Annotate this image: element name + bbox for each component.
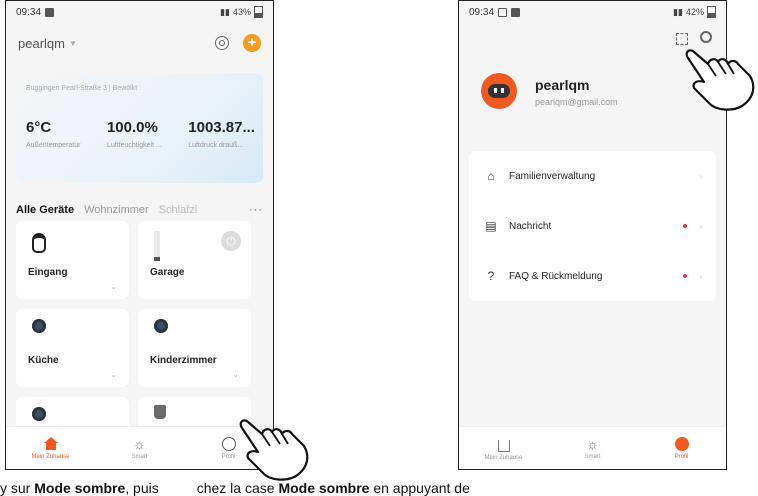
notification-icon [511,7,521,17]
signal-icon: ▮▮ [220,6,230,17]
house-icon: ⌂ [487,169,495,183]
profile-email: pearlqm@gmail.com [535,97,618,107]
tab-mein-zuhause[interactable]: Mein Zuhause [474,436,534,461]
device-card-kueche[interactable]: Küche ⌄ [16,309,129,387]
room-tabs: Alle Geräte Wohnzimmer Schlafzi ··· [6,197,273,223]
scene-icon[interactable] [215,36,229,50]
camera-icon [32,233,46,253]
instruction-caption: y sur Mode sombre, puis chez la case Mode… [0,480,470,496]
menu-item-familienverwaltung[interactable]: ⌂ Familienverwaltung › [469,151,716,201]
phone-screen-home: 09:34 ▮▮ 43% pearlqm ▼ + Buggingen Pearl… [5,0,274,470]
tab-mein-zuhause[interactable]: Mein Zuhause [21,436,81,460]
tab-profil[interactable]: Profil [652,436,712,460]
avatar [481,73,517,109]
menu-item-faq[interactable]: ? FAQ & Rückmeldung › [469,251,716,301]
home-icon [43,436,58,451]
tab-smart[interactable]: ☼ Smart [563,437,623,460]
tab-all-devices[interactable]: Alle Geräte [16,204,74,216]
status-time: 09:34 [16,6,42,18]
device-card-garage[interactable]: ⏻ Garage [138,221,251,299]
pointing-hand-icon [685,49,755,111]
chevron-right-icon: › [699,171,702,181]
status-bar: 09:34 ▮▮ 43% [6,1,273,23]
status-bar: 09:34 ▮▮ 42% [459,1,726,23]
weather-temperature: 6°C Außentemperatur [26,119,81,149]
battery-icon [707,6,716,18]
chevron-down-icon[interactable]: ⌄ [110,282,117,291]
battery-percent: 42% [685,7,704,17]
chevron-down-icon[interactable]: ⌄ [232,370,239,379]
sun-icon: ☼ [586,435,599,452]
dome-camera-icon [154,319,168,333]
profile-name: pearlqm [535,77,590,93]
image-icon [498,7,508,17]
chevron-right-icon: › [699,221,702,231]
unread-dot [683,224,688,228]
weather-humidity: 100.0% Luftfeuchtigkeit ... [106,119,162,149]
profile-menu: ⌂ Familienverwaltung › ▤ Nachricht › ? F… [469,151,716,301]
settings-gear-icon[interactable] [700,31,712,43]
chevron-down-icon[interactable]: ⌄ [110,370,117,379]
lamp-icon [154,231,160,261]
device-name: Küche [28,355,59,366]
home-icon [497,439,510,452]
message-icon: ▤ [485,219,497,233]
dome-camera-icon [32,407,46,421]
chevron-right-icon: › [699,271,702,281]
unread-dot [683,274,688,278]
device-name: Kinderzimmer [150,355,217,366]
add-device-button[interactable]: + [243,34,261,52]
battery-icon [254,6,263,18]
bottom-tab-bar: Mein Zuhause ☼ Smart Profil [6,426,273,469]
notification-icon [45,7,55,17]
device-name: Eingang [28,267,68,278]
status-time: 09:34 [469,6,495,18]
tab-schlafzimmer[interactable]: Schlafzi [159,204,198,216]
dome-camera-icon [32,319,46,333]
question-icon: ? [487,269,495,283]
weather-location: Buggingen Pearl-Straße 3 | Bewölkt [26,85,138,92]
signal-icon: ▮▮ [673,6,683,17]
device-name: Garage [150,267,185,278]
tab-smart[interactable]: ☼ Smart [110,437,170,460]
tab-wohnzimmer[interactable]: Wohnzimmer [84,204,149,216]
bottom-tab-bar: Mein Zuhause ☼ Smart Profil [459,426,726,469]
device-card-kinderzimmer[interactable]: Kinderzimmer ⌄ [138,309,251,387]
device-card-eingang[interactable]: Eingang ⌄ [16,221,129,299]
menu-item-nachricht[interactable]: ▤ Nachricht › [469,201,716,251]
home-name: pearlqm [18,35,65,51]
device-icon [154,405,166,419]
profile-icon [674,436,689,451]
weather-pressure: 1003.87... Luftdruck drauß... [188,119,255,149]
home-selector[interactable]: pearlqm ▼ [18,36,77,51]
pointing-hand-icon [239,419,309,481]
power-button[interactable]: ⏻ [221,231,241,251]
caret-down-icon: ▼ [68,38,77,48]
sun-icon: ☼ [133,435,146,452]
home-header: pearlqm ▼ + [6,23,273,63]
weather-card[interactable]: Buggingen Pearl-Straße 3 | Bewölkt 6°C A… [16,73,263,183]
battery-percent: 43% [232,7,251,17]
more-tabs-icon[interactable]: ··· [249,204,263,216]
